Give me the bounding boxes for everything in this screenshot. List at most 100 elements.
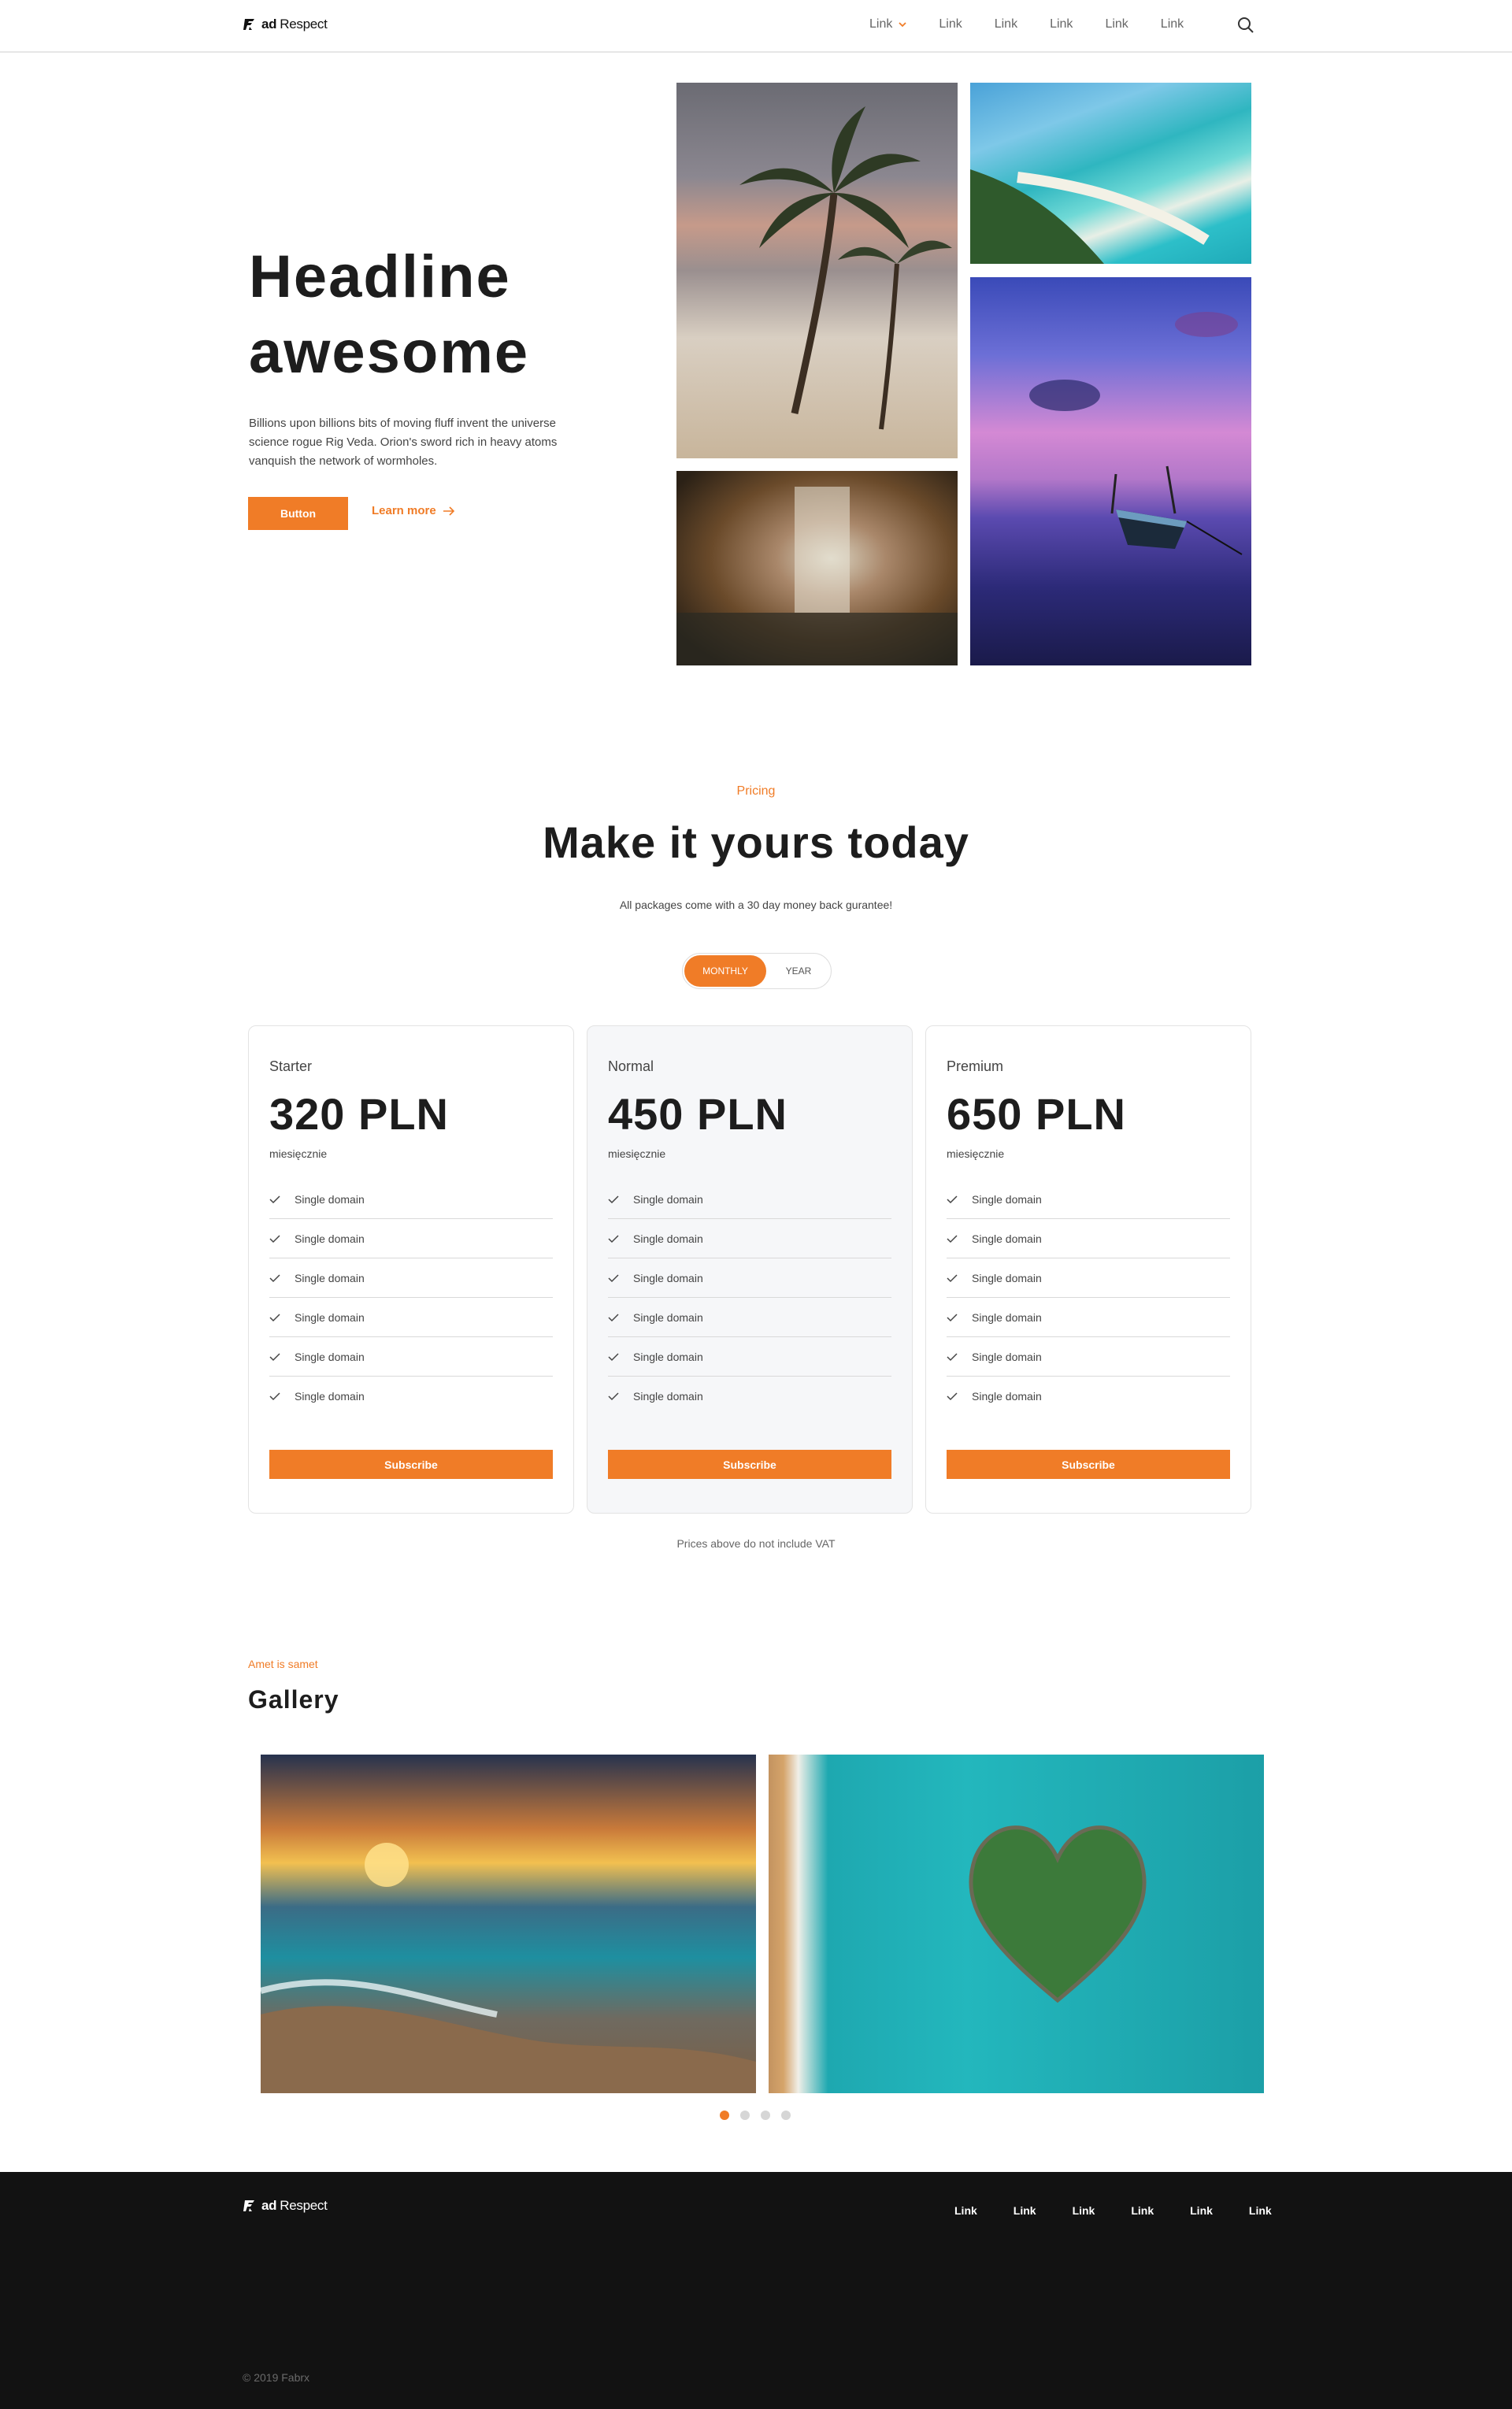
feature-label: Single domain	[295, 1232, 365, 1245]
billing-toggle: MONTHLY YEAR	[682, 953, 832, 989]
toggle-monthly[interactable]: MONTHLY	[684, 955, 766, 987]
plan-period: miesięcznie	[947, 1147, 1005, 1160]
logo-text-bold: ad	[261, 17, 277, 32]
feature-label: Single domain	[295, 1192, 365, 1206]
feature-label: Single domain	[972, 1271, 1042, 1284]
plan-name: Starter	[269, 1058, 313, 1074]
logo-text-regular: Respect	[280, 2198, 328, 2213]
nav-links: Link Link Link Link Link Link	[869, 17, 1216, 32]
gallery-slide-sunset-beach[interactable]	[261, 1755, 756, 2093]
nav-link-dropdown[interactable]: Link	[869, 17, 906, 32]
feature-item: Single domain	[608, 1180, 891, 1219]
footer-logo[interactable]: ad Respect	[243, 2198, 328, 2214]
carousel-dot[interactable]	[740, 2111, 750, 2120]
gallery-eyebrow: Amet is samet	[248, 1658, 318, 1670]
plan-price: 320 PLN	[269, 1089, 449, 1139]
logo[interactable]: ad Respect	[243, 17, 328, 32]
nav-link[interactable]: Link	[995, 17, 1017, 32]
check-icon	[269, 1313, 280, 1321]
feature-label: Single domain	[633, 1310, 703, 1324]
check-icon	[608, 1273, 619, 1282]
logo-mark-icon	[243, 2200, 254, 2211]
toggle-year[interactable]: YEAR	[766, 955, 831, 987]
check-icon	[269, 1352, 280, 1361]
feature-item: Single domain	[947, 1377, 1230, 1416]
feature-item: Single domain	[608, 1298, 891, 1337]
sunset-beach-illustration	[261, 1843, 756, 2093]
chevron-down-icon	[899, 22, 906, 28]
gallery-title: Gallery	[248, 1685, 339, 1714]
logo-text-bold: ad	[261, 2198, 277, 2213]
pricing-card-starter: Starter 320 PLN miesięcznie Single domai…	[248, 1025, 574, 1514]
tropical-island-photo	[970, 83, 1251, 264]
learn-more-link[interactable]: Learn more	[372, 504, 455, 517]
pricing-eyebrow: Pricing	[736, 784, 776, 798]
page: ad Respect Link Link Link Link Link Link …	[0, 0, 1512, 2409]
feature-list: Single domain Single domain Single domai…	[608, 1180, 891, 1416]
feature-label: Single domain	[972, 1192, 1042, 1206]
footer-link[interactable]: Link	[1073, 2204, 1095, 2217]
feature-label: Single domain	[633, 1192, 703, 1206]
nav-link[interactable]: Link	[939, 17, 962, 32]
plan-name: Normal	[608, 1058, 654, 1074]
sunset-boat-photo	[970, 277, 1251, 665]
nav-link[interactable]: Link	[1105, 17, 1128, 32]
pricing-card-normal: Normal 450 PLN miesięcznie Single domain…	[587, 1025, 913, 1514]
search-icon[interactable]	[1236, 16, 1255, 35]
feature-item: Single domain	[269, 1219, 553, 1258]
check-icon	[608, 1234, 619, 1243]
feature-list: Single domain Single domain Single domai…	[947, 1180, 1230, 1416]
plan-period: miesięcznie	[608, 1147, 666, 1160]
arrow-right-icon	[443, 506, 454, 516]
feature-item: Single domain	[269, 1180, 553, 1219]
check-icon	[947, 1273, 958, 1282]
subscribe-button[interactable]: Subscribe	[269, 1450, 553, 1479]
feature-item: Single domain	[269, 1298, 553, 1337]
feature-list: Single domain Single domain Single domai…	[269, 1180, 553, 1416]
carousel-dots	[720, 2111, 791, 2120]
footer-link[interactable]: Link	[1014, 2204, 1036, 2217]
feature-item: Single domain	[947, 1298, 1230, 1337]
subscribe-button[interactable]: Subscribe	[608, 1450, 891, 1479]
feature-label: Single domain	[972, 1390, 1042, 1403]
hero-button[interactable]: Button	[248, 497, 348, 530]
footer-link[interactable]: Link	[954, 2204, 977, 2217]
footer-link[interactable]: Link	[1131, 2204, 1154, 2217]
hero-title: Headline awesome	[249, 243, 530, 386]
feature-item: Single domain	[947, 1337, 1230, 1377]
plan-price: 650 PLN	[947, 1089, 1126, 1139]
feature-label: Single domain	[295, 1271, 365, 1284]
plan-name: Premium	[947, 1058, 1004, 1074]
footer-links: Link Link Link Link Link Link	[954, 2204, 1308, 2217]
palm-beach-photo	[676, 83, 958, 458]
feature-item: Single domain	[608, 1258, 891, 1298]
feature-label: Single domain	[972, 1350, 1042, 1363]
palm-tree-illustration	[739, 106, 952, 430]
waterfall-illustration	[676, 487, 958, 665]
feature-label: Single domain	[295, 1390, 365, 1403]
carousel-dot-active[interactable]	[720, 2111, 729, 2120]
boat-illustration	[1029, 312, 1243, 555]
carousel-dot[interactable]	[781, 2111, 791, 2120]
feature-item: Single domain	[947, 1180, 1230, 1219]
plan-period: miesięcznie	[269, 1147, 328, 1160]
check-icon	[269, 1234, 280, 1243]
footer-link[interactable]: Link	[1249, 2204, 1272, 2217]
carousel-dot[interactable]	[761, 2111, 770, 2120]
check-icon	[608, 1313, 619, 1321]
footer: ad Respect Link Link Link Link Link Link …	[0, 2172, 1512, 2409]
feature-item: Single domain	[947, 1219, 1230, 1258]
copyright: © 2019 Fabrx	[243, 2371, 310, 2384]
subscribe-button[interactable]: Subscribe	[947, 1450, 1230, 1479]
nav-link[interactable]: Link	[1050, 17, 1073, 32]
feature-label: Single domain	[972, 1232, 1042, 1245]
footer-link[interactable]: Link	[1190, 2204, 1213, 2217]
feature-label: Single domain	[633, 1350, 703, 1363]
feature-item: Single domain	[269, 1337, 553, 1377]
check-icon	[947, 1234, 958, 1243]
feature-item: Single domain	[269, 1258, 553, 1298]
nav-link[interactable]: Link	[1161, 17, 1184, 32]
pricing-subtitle: All packages come with a 30 day money ba…	[619, 899, 893, 911]
check-icon	[608, 1352, 619, 1361]
vat-note: Prices above do not include VAT	[676, 1537, 836, 1550]
